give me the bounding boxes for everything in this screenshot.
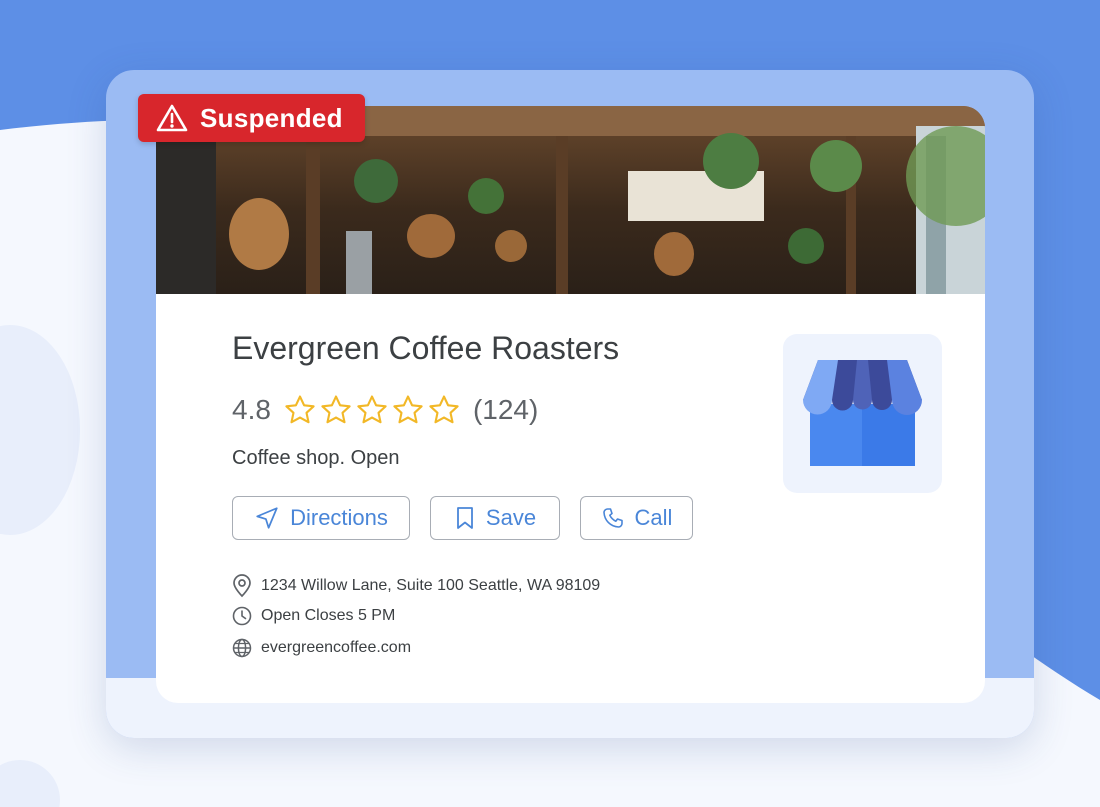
storefront-icon — [803, 360, 922, 466]
star-icon — [429, 395, 459, 424]
rating-value: 4.8 — [232, 394, 271, 425]
bookmark-icon — [457, 507, 473, 529]
star-icon — [393, 395, 423, 424]
hours-text: Open Closes 5 PM — [261, 607, 396, 624]
save-button[interactable]: Save — [430, 496, 560, 540]
phone-icon — [602, 508, 623, 528]
website-link[interactable]: evergreencoffee.com — [261, 639, 411, 657]
rating-row: 4.8 (124) — [232, 390, 538, 430]
suspended-badge-label: Suspended — [200, 102, 343, 133]
directions-label: Directions — [290, 505, 388, 530]
call-button[interactable]: Call — [580, 496, 693, 540]
suspended-badge: Suspended — [138, 94, 365, 142]
review-count[interactable]: (124) — [473, 394, 538, 426]
save-label: Save — [485, 505, 537, 530]
navigation-arrow-icon — [256, 507, 278, 529]
warning-icon — [156, 104, 188, 132]
hours-row: Open Closes 5 PM — [232, 606, 395, 626]
call-label: Call — [634, 505, 673, 530]
star-icon — [321, 395, 351, 424]
business-name: Evergreen Coffee Roasters — [232, 330, 620, 366]
globe-icon — [232, 638, 252, 658]
website-row: evergreencoffee.com — [232, 638, 411, 658]
star-icon — [357, 395, 387, 424]
category-status: Coffee shop. Open — [232, 447, 400, 469]
business-logo — [783, 334, 942, 493]
clock-icon — [232, 606, 252, 626]
directions-button[interactable]: Directions — [232, 496, 410, 540]
address-row: 1234 Willow Lane, Suite 100 Seattle, WA … — [232, 574, 600, 598]
star-icon — [285, 395, 315, 424]
location-pin-icon — [233, 574, 251, 598]
address-text: 1234 Willow Lane, Suite 100 Seattle, WA … — [261, 577, 601, 594]
star-rating — [283, 393, 461, 427]
